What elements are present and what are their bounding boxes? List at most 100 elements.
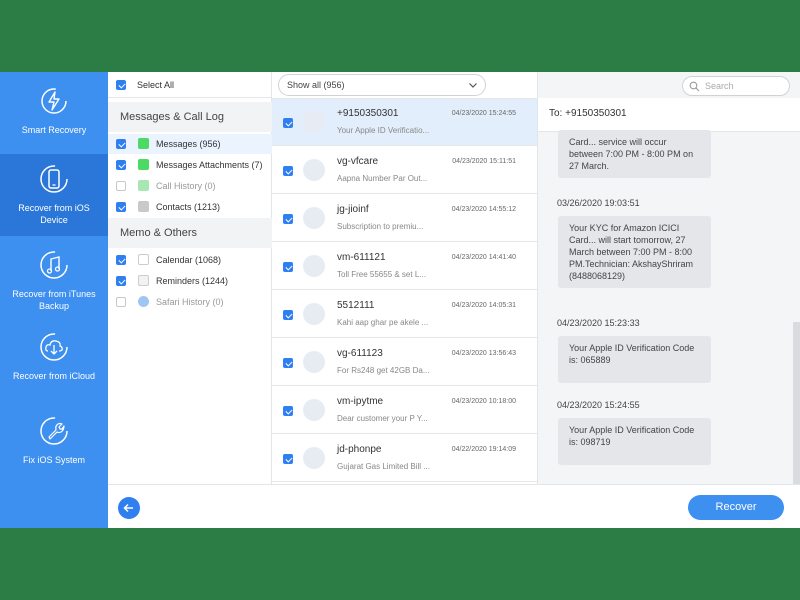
nav-recover-itunes-backup[interactable]: Recover from iTunes Backup [0, 248, 108, 318]
nav-label: Recover from iOS Device [18, 203, 90, 225]
row-name: +9150350301 [337, 108, 399, 119]
nav-label: Fix iOS System [22, 455, 85, 465]
message-bubble: Your Apple ID Verification Code is: 0987… [558, 418, 711, 465]
message-row[interactable]: vm-611121 04/23/2020 14:41:40 Toll Free … [272, 243, 537, 290]
row-preview: Gujarat Gas Limited Bill ... [337, 462, 430, 471]
row-date: 04/22/2020 19:14:09 [451, 446, 516, 453]
avatar [303, 111, 325, 133]
message-row[interactable]: jd-phonpe 04/22/2020 19:14:09 Gujarat Ga… [272, 435, 537, 482]
conversation-panel: Search To: +9150350301 Card... service w… [538, 72, 800, 484]
phone-refresh-icon [40, 165, 68, 193]
row-name: vg-vfcare [337, 156, 379, 167]
row-checkbox[interactable] [283, 214, 293, 224]
nav-recover-icloud[interactable]: Recover from iCloud [0, 330, 108, 400]
row-preview: Kahi aap ghar pe akele ... [337, 318, 429, 327]
row-checkbox[interactable] [283, 358, 293, 368]
message-bubble: Your KYC for Amazon ICICI Card... will s… [558, 216, 711, 288]
category-label: Call History (0) [156, 181, 216, 191]
row-preview: Subscription to premiu... [337, 222, 424, 231]
music-note-icon [40, 251, 68, 279]
lightning-refresh-icon [41, 88, 67, 114]
message-icon [138, 138, 149, 149]
calendar-icon [138, 254, 149, 265]
message-timestamp: 04/23/2020 15:23:33 [557, 318, 640, 328]
nav-recover-ios-device[interactable]: Recover from iOS Device [0, 154, 108, 236]
row-name: 5512111 [337, 300, 375, 311]
select-all-row[interactable]: Select All [108, 72, 272, 98]
attachment-icon [138, 159, 149, 170]
category-label: Calendar (1068) [156, 255, 222, 265]
row-date: 04/23/2020 10:18:00 [451, 398, 516, 405]
message-bubble: Card... service will occur between 7:00 … [558, 130, 711, 178]
row-checkbox[interactable] [283, 262, 293, 272]
message-row[interactable]: +9150350301 04/23/2020 15:24:55 Your App… [272, 99, 537, 146]
row-date: 04/23/2020 14:41:40 [451, 254, 516, 261]
back-button[interactable] [118, 497, 140, 519]
nav-label: Smart Recovery [21, 125, 87, 135]
row-checkbox[interactable] [283, 310, 293, 320]
avatar [303, 447, 325, 469]
category-calendar[interactable]: Calendar (1068) [108, 250, 272, 270]
category-contacts[interactable]: Contacts (1213) [108, 197, 272, 217]
search-input[interactable]: Search [682, 76, 790, 96]
category-messages-attachments[interactable]: Messages Attachments (7) [108, 155, 272, 175]
row-checkbox[interactable] [283, 118, 293, 128]
row-checkbox[interactable] [283, 166, 293, 176]
row-date: 04/23/2020 15:24:55 [451, 110, 516, 117]
search-icon [689, 81, 700, 92]
app-window: Smart Recovery Recover from iOS Device R… [0, 72, 800, 528]
category-label: Messages Attachments (7) [156, 160, 263, 170]
row-checkbox[interactable] [283, 454, 293, 464]
row-date: 04/23/2020 14:05:31 [451, 302, 516, 309]
group-header-memo: Memo & Others [108, 218, 272, 248]
category-reminders[interactable]: Reminders (1244) [108, 271, 272, 291]
category-checkbox[interactable] [116, 139, 126, 149]
category-label: Safari History (0) [156, 297, 224, 307]
category-checkbox[interactable] [116, 255, 126, 265]
message-row[interactable]: vg-611123 04/23/2020 13:56:43 For Rs248 … [272, 339, 537, 386]
scrollbar[interactable] [793, 322, 800, 484]
row-preview: Dear customer your P Y... [337, 414, 428, 423]
message-row[interactable]: jg-jioinf 04/23/2020 14:55:12 Subscripti… [272, 195, 537, 242]
row-name: jd-phonpe [337, 444, 382, 455]
row-preview: Aapna Number Par Out... [337, 174, 428, 183]
category-safari-history[interactable]: Safari History (0) [108, 292, 272, 312]
message-bubble: Your Apple ID Verification Code is: 0658… [558, 336, 711, 383]
filter-dropdown[interactable]: Show all (956) [278, 74, 486, 96]
category-checkbox[interactable] [116, 276, 126, 286]
nav-fix-ios-system[interactable]: Fix iOS System [0, 414, 108, 476]
avatar [303, 207, 325, 229]
avatar [303, 351, 325, 373]
row-checkbox[interactable] [283, 406, 293, 416]
avatar [303, 255, 325, 277]
category-checkbox[interactable] [116, 297, 126, 307]
avatar [303, 303, 325, 325]
arrow-left-icon [123, 503, 133, 513]
recover-button[interactable]: Recover [688, 495, 784, 520]
category-label: Contacts (1213) [156, 202, 221, 212]
message-row[interactable]: vm-ipytme 04/23/2020 10:18:00 Dear custo… [272, 387, 537, 434]
category-checkbox[interactable] [116, 181, 126, 191]
category-checkbox[interactable] [116, 160, 126, 170]
select-all-checkbox[interactable] [116, 80, 126, 90]
category-panel: Select All Messages & Call Log Messages … [108, 72, 272, 484]
bottom-bar: Recover [108, 484, 800, 528]
nav-smart-recovery[interactable]: Smart Recovery [0, 84, 108, 156]
row-date: 04/23/2020 13:56:43 [451, 350, 516, 357]
reminders-icon [138, 275, 149, 286]
message-timestamp: 04/23/2020 15:24:55 [557, 400, 640, 410]
row-preview: Your Apple ID Verificatio... [337, 126, 430, 135]
category-messages[interactable]: Messages (956) [108, 134, 272, 154]
category-call-history[interactable]: Call History (0) [108, 176, 272, 196]
conversation-recipient: To: +9150350301 [538, 98, 800, 132]
select-all-label: Select All [137, 80, 175, 90]
category-label: Reminders (1244) [156, 276, 229, 286]
row-name: vm-ipytme [337, 396, 384, 407]
message-row[interactable]: vg-vfcare 04/23/2020 15:11:51 Aapna Numb… [272, 147, 537, 194]
message-timestamp: 03/26/2020 19:03:51 [557, 198, 640, 208]
category-checkbox[interactable] [116, 202, 126, 212]
search-placeholder: Search [705, 81, 734, 91]
nav-label: Recover from iTunes Backup [12, 289, 96, 311]
row-preview: For Rs248 get 42GB Da... [337, 366, 430, 375]
message-row[interactable]: 5512111 04/23/2020 14:05:31 Kahi aap gha… [272, 291, 537, 338]
